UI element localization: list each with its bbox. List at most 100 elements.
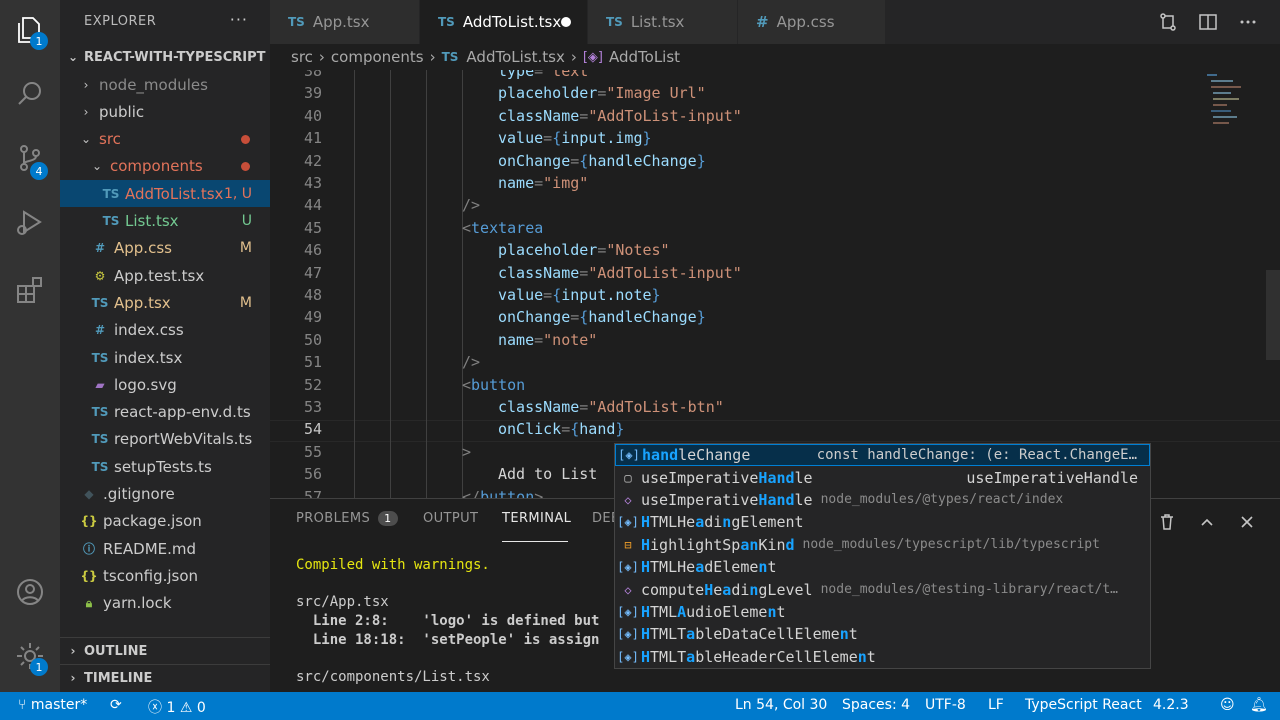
- split-editor-icon[interactable]: [1198, 12, 1218, 32]
- more-actions-icon[interactable]: ···: [230, 10, 248, 29]
- tab-addtolist-tsx[interactable]: TS AddToList.tsx: [420, 0, 588, 44]
- breadcrumb-item[interactable]: AddToList: [609, 48, 680, 66]
- minimap[interactable]: [1205, 70, 1270, 498]
- trash-icon[interactable]: [1158, 513, 1176, 531]
- lock-icon: 🔒︎: [85, 595, 93, 610]
- unsaved-dot-icon[interactable]: [561, 17, 571, 27]
- terminal-line: src/App.tsx: [296, 594, 389, 611]
- tree-item[interactable]: TS setupTests.ts: [60, 453, 270, 480]
- tab-problems[interactable]: PROBLEMS 1: [296, 511, 398, 526]
- tree-item[interactable]: {} tsconfig.json: [60, 562, 270, 589]
- tree-item[interactable]: {} package.json: [60, 508, 270, 535]
- tree-item[interactable]: ⌄ components: [60, 153, 270, 180]
- suggestion-label: useImperativeHandle: [641, 490, 813, 509]
- indentation-status[interactable]: Spaces: 4: [842, 697, 910, 713]
- run-debug-icon[interactable]: [0, 194, 60, 250]
- branch-status[interactable]: ⑂ master*: [18, 697, 87, 713]
- workspace-root[interactable]: ⌄ REACT-WITH-TYPESCRIPT: [60, 44, 270, 70]
- suggestion-item[interactable]: ⊟ HighlightSpanKind node_modules/typescrip…: [615, 534, 1150, 556]
- error-icon: ⓧ: [148, 700, 162, 716]
- tab-app-tsx[interactable]: TS App.tsx: [270, 0, 420, 44]
- breadcrumb-item[interactable]: AddToList.tsx: [466, 48, 564, 66]
- suggestion-detail: node_modules/@testing-library/react/t…: [820, 582, 1119, 598]
- chevron-right-icon: ›: [83, 77, 89, 92]
- tab-app-css[interactable]: # App.css: [738, 0, 886, 44]
- suggestion-item[interactable]: ◇ useImperativeHandle node_modules/@types/…: [615, 489, 1150, 511]
- suggestion-item[interactable]: [◈] HTMLHeadElement: [615, 556, 1150, 578]
- terminal-line: src/components/List.tsx: [296, 669, 490, 686]
- tree-item[interactable]: TS AddToList.tsx 1, U: [60, 180, 270, 208]
- line-number: 48: [303, 286, 322, 304]
- eol-status[interactable]: LF: [988, 697, 1004, 713]
- cursor-position[interactable]: Ln 54, Col 30: [735, 697, 827, 713]
- method-icon: ◇: [624, 492, 632, 507]
- account-icon[interactable]: [0, 564, 60, 620]
- tree-item[interactable]: 🔒︎ yarn.lock: [60, 590, 270, 617]
- suggestion-item[interactable]: [◈] HTMLAudioElement: [615, 601, 1150, 623]
- sync-icon[interactable]: ⟳: [110, 697, 122, 713]
- indent-guide: [462, 70, 463, 498]
- encoding-status[interactable]: UTF-8: [925, 697, 966, 713]
- suggestion-item[interactable]: ▢ useImperativeHandle useImperativeHandle: [615, 466, 1150, 488]
- suggestion-item[interactable]: [◈] HTMLTableHeaderCellElement: [615, 646, 1150, 668]
- ts-version[interactable]: 4.2.3: [1153, 697, 1189, 713]
- timeline-label: TIMELINE: [84, 670, 153, 686]
- breadcrumb-item[interactable]: components: [331, 48, 424, 66]
- suggestion-item[interactable]: [◈] HTMLTableDataCellElement: [615, 623, 1150, 645]
- editor-tabs: TS App.tsx TS AddToList.tsx TS List.tsx …: [270, 0, 1280, 44]
- tree-item[interactable]: # index.css: [60, 317, 270, 344]
- language-mode[interactable]: TypeScript React: [1025, 697, 1142, 713]
- modified-dot-icon: [241, 161, 250, 171]
- source-control-icon[interactable]: 4: [0, 130, 60, 186]
- code-line: </button>: [462, 487, 544, 498]
- line-number: 41: [303, 129, 322, 148]
- tab-list-tsx[interactable]: TS List.tsx: [588, 0, 738, 44]
- suggestion-detail: const handleChange: (e: React.ChangeE…: [816, 447, 1137, 464]
- more-actions-icon[interactable]: [1238, 12, 1258, 32]
- tree-item[interactable]: › public: [60, 98, 270, 125]
- code-editor[interactable]: 38 type="text" 39 placeholder="Image Url" 40…: [270, 70, 1280, 498]
- extensions-icon[interactable]: [0, 262, 60, 318]
- tab-terminal[interactable]: TERMINAL: [502, 511, 571, 526]
- suggestion-item[interactable]: ◇ computeHeadingLevel node_modules/@testin…: [615, 578, 1150, 600]
- manage-gear-icon[interactable]: 1: [0, 628, 60, 684]
- problems-status[interactable]: ⓧ 1 ⚠ 0: [148, 697, 206, 717]
- tree-item[interactable]: ⚙ App.test.tsx: [60, 262, 270, 289]
- chevron-down-icon: ⌄: [67, 50, 79, 64]
- tree-item[interactable]: ◆ .gitignore: [60, 481, 270, 508]
- search-icon[interactable]: [0, 66, 60, 122]
- line-number: 51: [303, 353, 322, 372]
- tree-item[interactable]: # App.css M: [60, 235, 270, 262]
- bell-icon[interactable]: 🔔︎: [1250, 697, 1268, 713]
- tab-output[interactable]: OUTPUT: [423, 511, 478, 526]
- tree-item[interactable]: ▰ logo.svg: [60, 371, 270, 398]
- tree-item[interactable]: TS List.tsx U: [60, 208, 270, 235]
- code-line: placeholder="Image Url": [498, 84, 706, 103]
- explorer-icon[interactable]: 1: [0, 2, 60, 58]
- tree-item[interactable]: › node_modules: [60, 71, 270, 98]
- outline-section[interactable]: › OUTLINE: [60, 637, 270, 664]
- tree-item-label: AddToList.tsx: [125, 184, 224, 203]
- tree-item[interactable]: ⌄ src: [60, 126, 270, 153]
- terminal-line: Line 18:18: 'setPeople' is assign: [296, 631, 600, 648]
- editor-scrollbar[interactable]: [1266, 270, 1280, 360]
- css-icon: #: [94, 241, 106, 256]
- tree-item[interactable]: TS reportWebVitals.ts: [60, 426, 270, 453]
- breadcrumb-item[interactable]: src: [291, 48, 313, 66]
- chevron-up-icon[interactable]: [1198, 513, 1216, 531]
- ts-icon: TS: [91, 459, 109, 474]
- tree-item[interactable]: ⓘ README.md: [60, 535, 270, 562]
- tree-item-label: yarn.lock: [103, 594, 172, 613]
- tree-item[interactable]: TS react-app-env.d.ts: [60, 399, 270, 426]
- open-changes-icon[interactable]: [1158, 12, 1178, 32]
- tree-item[interactable]: TS App.tsx M: [60, 289, 270, 316]
- line-number: 52: [303, 375, 322, 394]
- suggestion-item[interactable]: [◈] handleChange const handleChange: (e: R…: [615, 444, 1150, 467]
- variable-icon: [◈]: [617, 560, 639, 575]
- feedback-icon[interactable]: ☺: [1220, 697, 1235, 713]
- git-status-decoration: 1, U: [223, 185, 252, 202]
- tree-item[interactable]: TS index.tsx: [60, 344, 270, 371]
- close-icon[interactable]: [1238, 513, 1256, 531]
- timeline-section[interactable]: › TIMELINE: [60, 664, 270, 691]
- suggestion-item[interactable]: [◈] HTMLHeadingElement: [615, 511, 1150, 533]
